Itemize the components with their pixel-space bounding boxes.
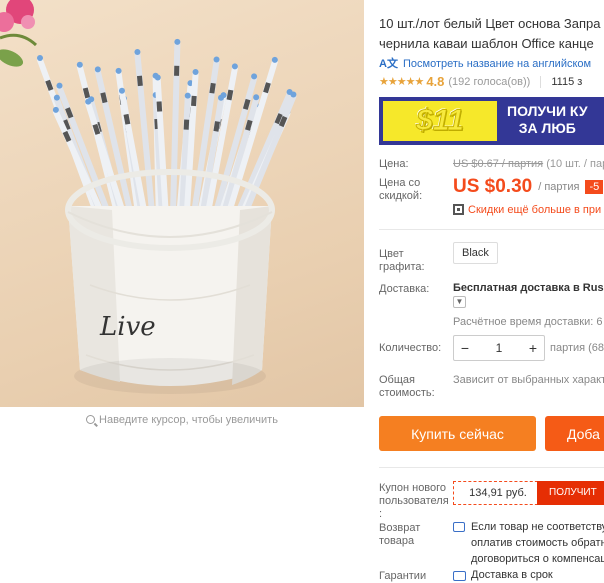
flower-decoration <box>0 0 38 67</box>
total-label-line2: стоимость: <box>379 387 435 399</box>
banner-text: ПОЛУЧИ КУ ЗА ЛЮБ <box>507 103 588 137</box>
translate-link-text: Посмотреть название на английском <box>403 58 592 70</box>
returns-text-line2: оплатив стоимость обратн <box>471 537 604 549</box>
divider <box>379 229 604 230</box>
get-coupon-button[interactable]: ПОЛУЧИТ <box>537 481 604 505</box>
color-label: Цвет графита: <box>379 248 425 274</box>
delivery-truck-icon <box>453 571 466 581</box>
app-promo-link[interactable]: Скидки ещё больше в при <box>453 204 601 216</box>
rating-row: ★★★★★ 4.8 (192 голоса(ов)) 1115 з <box>379 74 582 89</box>
qr-code-icon <box>453 204 464 215</box>
sale-price: US $0.30 / партия -5 <box>453 176 604 198</box>
old-price: US $0.67 / партия (10 шт. / парт <box>453 158 604 170</box>
shipping-dropdown-chevron-icon[interactable]: ▼ <box>453 296 466 308</box>
old-price-value: US $0.67 / партия <box>453 158 544 170</box>
returns-label-line1: Возврат <box>379 522 421 534</box>
coupon-label-line3: : <box>379 508 383 520</box>
shipping-time: Расчётное время доставки: 6 <box>453 316 603 328</box>
app-promo-text: Скидки ещё больше в при <box>468 204 602 216</box>
add-to-cart-button[interactable]: Доба <box>545 416 604 451</box>
translate-icon: A文 <box>379 58 398 70</box>
product-title-line1: 10 шт./лот белый Цвет основа Запра <box>379 16 601 31</box>
quantity-decrease-button[interactable]: − <box>454 340 476 356</box>
shipping-value: Бесплатная доставка в Russ <box>453 282 604 294</box>
product-gallery: Live Наведите курсор, чтобы увеличить <box>0 0 364 583</box>
banner-text-line1: ПОЛУЧИ КУ <box>507 103 588 119</box>
product-main-image[interactable]: Live <box>0 0 364 407</box>
rating-value: 4.8 <box>426 74 445 89</box>
total-label: Общая стоимость: <box>379 374 435 400</box>
sale-price-label: Цена со скидкой: <box>379 177 422 203</box>
magnifier-icon <box>86 415 96 424</box>
coupon-promo-banner[interactable]: $11 ПОЛУЧИ КУ ЗА ЛЮБ <box>379 97 604 145</box>
quantity-input[interactable]: 1 <box>476 341 522 355</box>
orders-count: 1115 з <box>551 75 583 88</box>
product-photo-illustration: Live <box>0 0 297 394</box>
returns-text-line3: договориться о компенсац <box>471 553 604 565</box>
discount-badge: -5 <box>585 180 604 194</box>
banner-amount-box: $11 <box>383 101 497 141</box>
returns-label: Возврат товара <box>379 522 420 548</box>
product-title: 10 шт./лот белый Цвет основа Запра черни… <box>379 14 604 54</box>
returns-icon <box>453 522 465 532</box>
translate-title-link[interactable]: A文 Посмотреть название на английском <box>379 55 591 70</box>
sale-price-label-line2: скидкой: <box>379 190 423 202</box>
coupon-amount: 134,91 руб. <box>453 481 543 505</box>
returns-label-line2: товара <box>379 535 415 547</box>
buy-now-button[interactable]: Купить сейчас <box>379 416 536 451</box>
guarantee-label: Гарантии <box>379 570 427 582</box>
coupon-label-line2: пользователя <box>379 495 449 507</box>
divider <box>379 467 604 468</box>
sale-price-label-line1: Цена со <box>379 177 421 189</box>
returns-text: Если товар не соответству оплатив стоимо… <box>471 519 604 567</box>
color-label-line1: Цвет <box>379 248 404 260</box>
guarantee-text: Доставка в срок <box>471 569 553 581</box>
price-label: Цена: <box>379 158 409 170</box>
zoom-hint: Наведите курсор, чтобы увеличить <box>0 407 364 433</box>
cup-lettering: Live <box>99 312 156 342</box>
coupon-label: Купон нового пользователя : <box>379 482 449 521</box>
zoom-hint-text: Наведите курсор, чтобы увеличить <box>99 414 278 426</box>
coupon-label-line1: Купон нового <box>379 482 447 494</box>
product-title-line2: чернила каваи шаблон Office канце <box>379 36 594 51</box>
divider <box>540 75 542 88</box>
quantity-label: Количество: <box>379 342 442 354</box>
total-value: Зависит от выбранных характ <box>453 374 604 386</box>
banner-text-line2: ЗА ЛЮБ <box>518 120 576 136</box>
color-option-black[interactable]: Black <box>453 242 498 264</box>
product-info-panel: 10 шт./лот белый Цвет основа Запра черни… <box>379 0 604 583</box>
rating-stars-icon: ★★★★★ <box>379 76 424 88</box>
shipping-label: Доставка: <box>379 283 430 295</box>
total-label-line1: Общая <box>379 374 415 386</box>
sale-price-unit: / партия <box>538 181 580 193</box>
rating-votes-link[interactable]: (192 голоса(ов)) <box>448 76 530 88</box>
banner-amount: $11 <box>416 104 465 138</box>
sale-price-value: US $0.30 <box>453 176 533 197</box>
color-label-line2: графита: <box>379 261 425 273</box>
quantity-stepper: − 1 + <box>453 335 545 361</box>
quantity-increase-button[interactable]: + <box>522 340 544 356</box>
returns-text-line1: Если товар не соответству <box>471 521 604 533</box>
old-price-extra: (10 шт. / парт <box>546 158 604 170</box>
quantity-available: партия (68 <box>550 342 604 354</box>
